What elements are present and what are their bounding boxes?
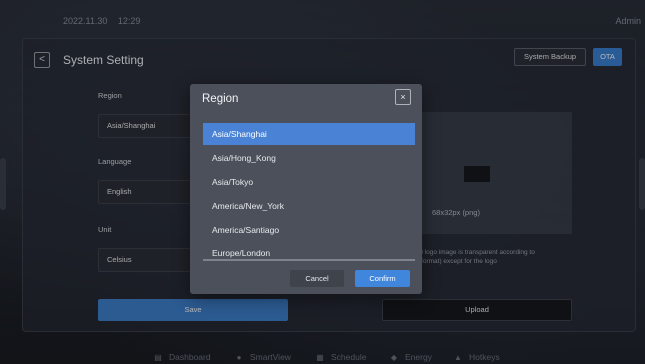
region-option-asia-hong-kong[interactable]: Asia/Hong_Kong [203,147,415,169]
list-divider [203,259,415,261]
dialog-title: Region [202,93,239,105]
region-option-asia-shanghai[interactable]: Asia/Shanghai [203,123,415,145]
close-icon: × [400,92,406,102]
confirm-button[interactable]: Confirm [355,270,410,287]
region-option-america-santiago[interactable]: America/Santiago [203,219,415,241]
region-option-america-new-york[interactable]: America/New_York [203,195,415,217]
cancel-button[interactable]: Cancel [290,270,344,287]
region-option-asia-tokyo[interactable]: Asia/Tokyo [203,171,415,193]
close-button[interactable]: × [395,89,411,105]
